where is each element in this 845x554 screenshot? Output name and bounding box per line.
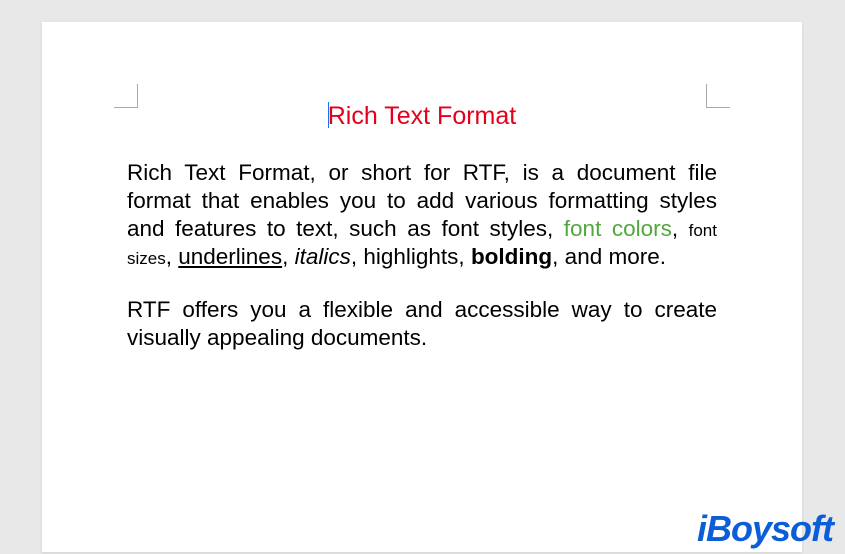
paragraph-2[interactable]: RTF offers you a flexible and accessible… (127, 296, 717, 352)
text-run: , (166, 244, 179, 269)
text-run: , and more. (552, 244, 666, 269)
text-run-bold: bolding (471, 244, 552, 269)
text-run: RTF offers you a flexible and accessible… (127, 297, 717, 350)
text-cursor (328, 102, 329, 128)
paragraph-1[interactable]: Rich Text Format, or short for RTF, is a… (127, 159, 717, 272)
title-text: Rich Text Format (328, 102, 516, 130)
text-run-colored: font colors (564, 216, 672, 241)
document-title[interactable]: Rich Text Format (127, 102, 717, 131)
text-run-italic: italics (295, 244, 351, 269)
text-run: , (672, 216, 689, 241)
document-page: Rich Text Format Rich Text Format, or sh… (42, 22, 802, 552)
watermark-text: iBoysoft (697, 508, 833, 550)
text-run: , (282, 244, 295, 269)
text-run: , highlights, (351, 244, 471, 269)
watermark-logo: iBoysoft (697, 508, 833, 550)
text-run-underline: underlines (178, 244, 282, 269)
